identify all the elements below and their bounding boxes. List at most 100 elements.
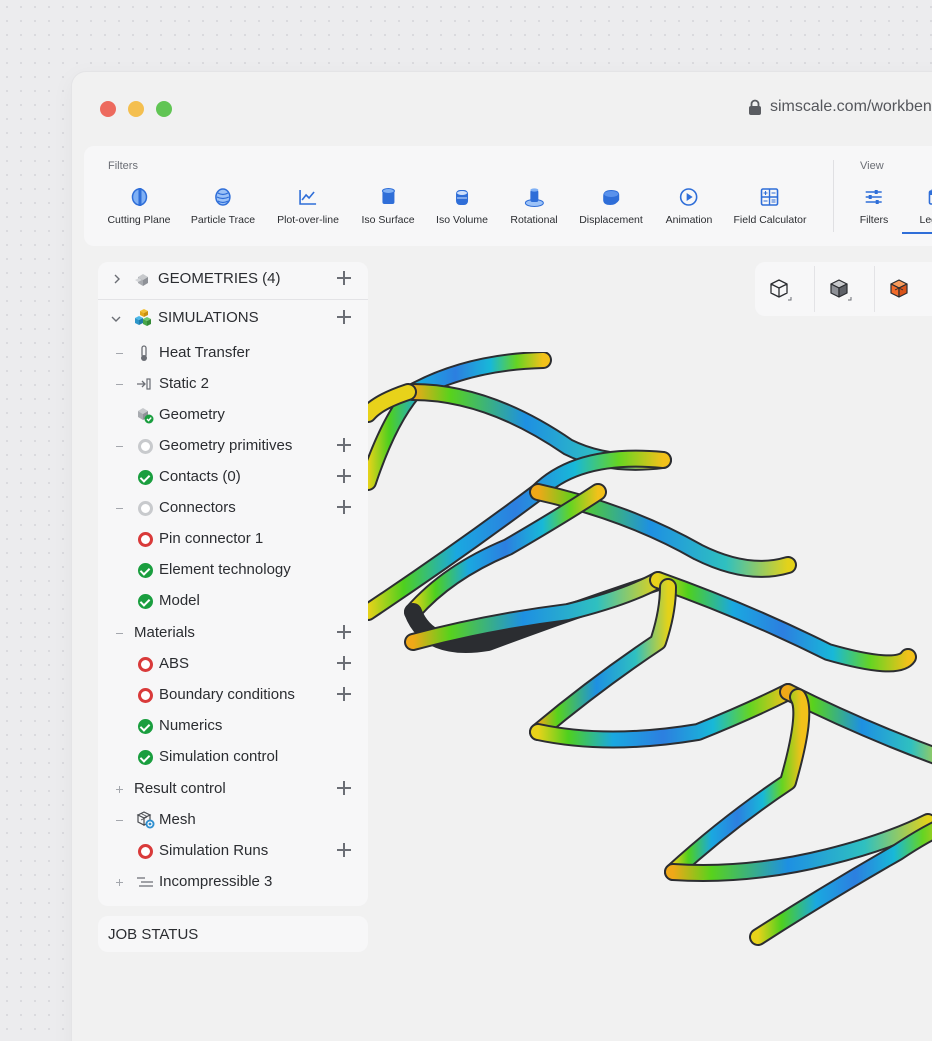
legend-button[interactable]: Legend [919,186,932,226]
expand-box-icon[interactable] [115,785,124,794]
tree-row-simulation-control[interactable]: Simulation control [98,742,368,772]
job-status-panel[interactable]: JOB STATUS [98,916,368,952]
cutting-plane-label: Cutting Plane [107,214,171,226]
minimize-window-button[interactable] [128,101,144,117]
tree-row-materials[interactable]: Materials [98,618,368,648]
status-ok-icon [138,563,153,578]
tree-row-static-2[interactable]: Static 2 [98,369,368,399]
plot-over-line-label: Plot-over-line [277,214,339,226]
particle-trace-label: Particle Trace [190,214,256,226]
tree-row-simulation-runs[interactable]: Simulation Runs [98,836,368,866]
add-contact-plus-icon[interactable] [336,468,352,484]
status-none-icon [138,439,153,454]
collapse-box-icon[interactable] [115,380,124,389]
iso-surface-button[interactable]: Iso Surface [361,186,415,226]
tree-row-model[interactable]: Model [98,586,368,616]
add-result-control-plus-icon[interactable] [336,780,352,796]
wireframe-view-button[interactable] [760,270,800,308]
status-error-icon [138,688,153,703]
tree-label-model: Model [159,592,200,609]
status-ok-icon [138,594,153,609]
tree-label-contacts: Contacts (0) [159,468,241,485]
plot-over-line-button[interactable]: Plot-over-line [277,186,339,226]
iso-volume-button[interactable]: Iso Volume [436,186,488,226]
tree-row-boundary-conditions[interactable]: Boundary conditions [98,680,368,710]
url-text: simscale.com/workbench [770,98,932,115]
status-ok-icon [138,470,153,485]
animation-button[interactable]: Animation [666,186,712,226]
field-calculator-button[interactable]: Field Calculator [734,186,806,226]
tree-row-mesh[interactable]: Mesh [98,805,368,835]
tree-row-contacts[interactable]: Contacts (0) [98,462,368,492]
tree-row-geometries[interactable]: GEOMETRIES (4) [98,264,368,294]
expand-box-icon[interactable] [115,878,124,887]
displacement-button[interactable]: Displacement [579,186,643,226]
solid-view-button[interactable] [820,270,860,308]
chevron-right-icon[interactable] [112,274,122,284]
tree-label-element-technology: Element technology [159,561,291,578]
tree-label-geometry: Geometry [159,406,225,423]
tree-row-geometry-primitives[interactable]: Geometry primitives [98,431,368,461]
maximize-window-button[interactable] [156,101,172,117]
add-geometry-plus-icon[interactable] [336,270,352,286]
legend-active-indicator [902,232,932,234]
tree-row-simulations[interactable]: SIMULATIONS [98,303,368,333]
plot-over-line-icon [297,186,319,208]
collapse-box-icon[interactable] [115,629,124,638]
close-window-button[interactable] [100,101,116,117]
add-abs-plus-icon[interactable] [336,655,352,671]
add-connector-plus-icon[interactable] [336,499,352,515]
address-bar[interactable]: simscale.com/workbench [748,98,932,116]
static-analysis-icon [137,378,151,390]
tree-row-element-technology[interactable]: Element technology [98,555,368,585]
iso-volume-label: Iso Volume [436,214,488,226]
geometries-cubes-icon [135,274,148,286]
tree-row-abs[interactable]: ABS [98,649,368,679]
filters-sliders-icon [863,186,885,208]
view-filters-label: Filters [859,214,889,226]
tree-label-pin-connector: Pin connector 1 [159,530,264,547]
add-material-plus-icon[interactable] [336,624,352,640]
collapse-box-icon[interactable] [115,816,124,825]
tree-row-numerics[interactable]: Numerics [98,711,368,741]
tree-row-pin-connector[interactable]: Pin connector 1 [98,524,368,554]
add-simulation-plus-icon[interactable] [336,309,352,325]
tree-label-abs: ABS [159,655,190,672]
results-viewport-spring-render[interactable] [368,352,932,952]
status-ok-icon [138,719,153,734]
tree-row-result-control[interactable]: Result control [98,774,368,804]
collapse-box-icon[interactable] [115,504,124,513]
rotational-icon [523,186,545,208]
status-ok-icon [138,750,153,765]
tree-divider [98,299,368,300]
tree-label-geometry-primitives: Geometry primitives [159,437,293,454]
particle-trace-button[interactable]: Particle Trace [191,186,255,226]
post-processing-toolbar: Filters View Cutting Plane Particle Trac… [84,146,932,246]
collapse-box-icon[interactable] [115,442,124,451]
add-boundary-condition-plus-icon[interactable] [336,686,352,702]
tree-row-incompressible-3[interactable]: Incompressible 3 [98,867,368,897]
iso-surface-label: Iso Surface [361,214,415,226]
simulations-cubes-icon [135,309,151,326]
view-divider [874,266,875,312]
status-error-icon [138,657,153,672]
job-status-label: JOB STATUS [108,925,199,943]
add-simulation-run-plus-icon[interactable] [336,842,352,858]
collapse-box-icon[interactable] [115,349,124,358]
legend-icon [926,186,932,208]
cutting-plane-button[interactable]: Cutting Plane [107,186,171,226]
rotational-button[interactable]: Rotational [510,186,558,226]
tree-row-connectors[interactable]: Connectors [98,493,368,523]
status-error-icon [138,532,153,547]
view-filters-button[interactable]: Filters [859,186,889,226]
tree-row-heat-transfer[interactable]: Heat Transfer [98,338,368,368]
mesh-view-button[interactable] [880,270,920,308]
add-primitive-plus-icon[interactable] [336,437,352,453]
orange-mesh-cube-icon [890,279,908,298]
chevron-down-icon[interactable] [111,314,121,324]
tree-row-geometry[interactable]: Geometry [98,400,368,430]
displacement-label: Displacement [579,214,643,226]
tree-label-boundary-conditions: Boundary conditions [159,686,295,703]
toolbar-divider [833,160,834,232]
tree-label-incompressible-3: Incompressible 3 [159,873,273,890]
